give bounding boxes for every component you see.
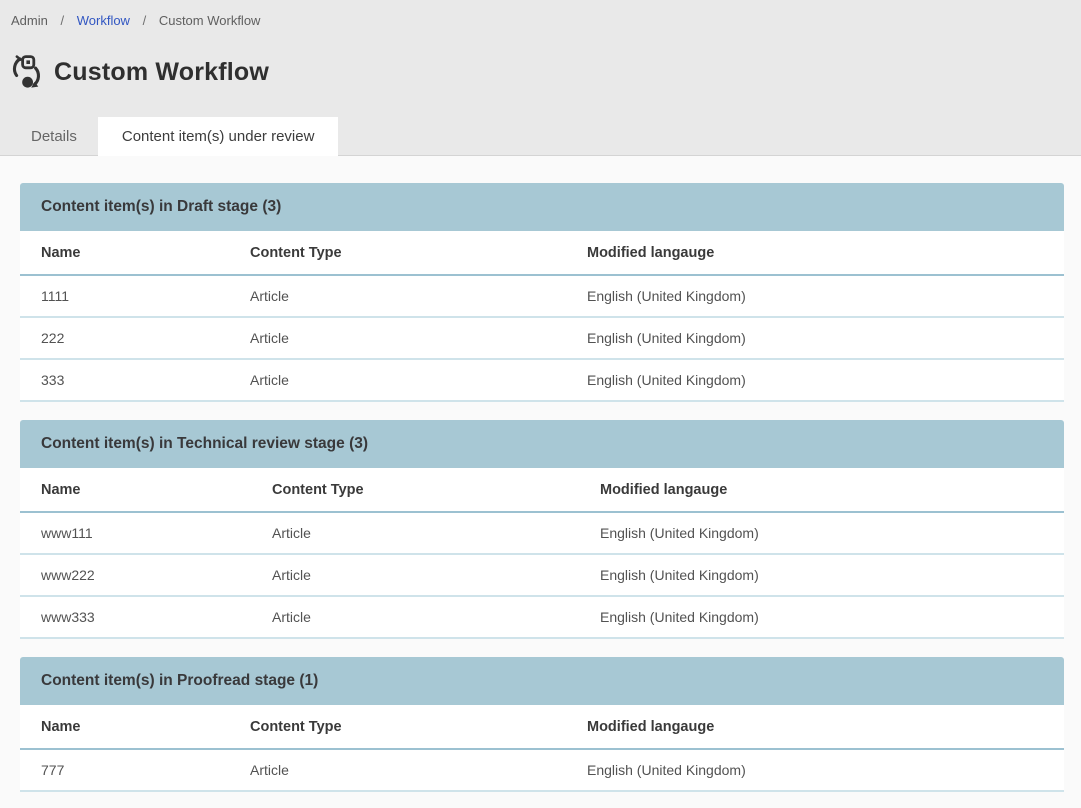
table-row: www333ArticleEnglish (United Kingdom) bbox=[20, 596, 1064, 638]
cell-name: 777 bbox=[20, 749, 229, 791]
table-row: 333ArticleEnglish (United Kingdom) bbox=[20, 359, 1064, 401]
cell-modified-language: English (United Kingdom) bbox=[566, 749, 1064, 791]
breadcrumb-item-workflow[interactable]: Workflow bbox=[77, 13, 130, 28]
section-title: Content item(s) in Draft stage (3) bbox=[20, 183, 1064, 231]
table-row: 1111ArticleEnglish (United Kingdom) bbox=[20, 275, 1064, 317]
cell-content-type: Article bbox=[251, 512, 579, 554]
column-header: Content Type bbox=[229, 231, 566, 275]
table-row: 777ArticleEnglish (United Kingdom) bbox=[20, 749, 1064, 791]
page-header: Custom Workflow bbox=[10, 55, 1081, 89]
cell-content-type: Article bbox=[251, 596, 579, 638]
cell-name: www222 bbox=[20, 554, 251, 596]
table-header-row: NameContent TypeModified langauge bbox=[20, 231, 1064, 275]
tab-details[interactable]: Details bbox=[10, 117, 98, 156]
breadcrumb-item-current: Custom Workflow bbox=[159, 13, 261, 28]
workflow-icon bbox=[10, 55, 42, 89]
column-header: Content Type bbox=[251, 468, 579, 512]
breadcrumb: Admin / Workflow / Custom Workflow bbox=[0, 0, 1081, 28]
column-header: Name bbox=[20, 468, 251, 512]
stage-section: Content item(s) in Technical review stag… bbox=[20, 420, 1064, 639]
top-bar: Admin / Workflow / Custom Workflow Custo… bbox=[0, 0, 1081, 156]
cell-content-type: Article bbox=[229, 275, 566, 317]
cell-name: www111 bbox=[20, 512, 251, 554]
cell-modified-language: English (United Kingdom) bbox=[579, 554, 1064, 596]
column-header: Name bbox=[20, 705, 229, 749]
cell-name: www333 bbox=[20, 596, 251, 638]
cell-content-type: Article bbox=[251, 554, 579, 596]
table-row: www222ArticleEnglish (United Kingdom) bbox=[20, 554, 1064, 596]
cell-modified-language: English (United Kingdom) bbox=[579, 596, 1064, 638]
page-title: Custom Workflow bbox=[54, 58, 269, 87]
column-header: Modified langauge bbox=[566, 231, 1064, 275]
tab-bar: Details Content item(s) under review bbox=[10, 117, 338, 156]
breadcrumb-separator: / bbox=[143, 13, 147, 28]
section-title: Content item(s) in Technical review stag… bbox=[20, 420, 1064, 468]
table-header-row: NameContent TypeModified langauge bbox=[20, 705, 1064, 749]
cell-content-type: Article bbox=[229, 749, 566, 791]
column-header: Modified langauge bbox=[566, 705, 1064, 749]
content-items-table: NameContent TypeModified langauge1111Art… bbox=[20, 231, 1064, 402]
content-items-table: NameContent TypeModified langauge777Arti… bbox=[20, 705, 1064, 792]
content-area: Content item(s) in Draft stage (3)NameCo… bbox=[0, 156, 1081, 792]
cell-name: 1111 bbox=[20, 275, 229, 317]
column-header: Modified langauge bbox=[579, 468, 1064, 512]
breadcrumb-separator: / bbox=[60, 13, 64, 28]
cell-modified-language: English (United Kingdom) bbox=[566, 275, 1064, 317]
cell-name: 333 bbox=[20, 359, 229, 401]
stage-section: Content item(s) in Draft stage (3)NameCo… bbox=[20, 183, 1064, 402]
stage-section: Content item(s) in Proofread stage (1)Na… bbox=[20, 657, 1064, 792]
cell-name: 222 bbox=[20, 317, 229, 359]
breadcrumb-item-admin[interactable]: Admin bbox=[11, 13, 48, 28]
cell-modified-language: English (United Kingdom) bbox=[566, 359, 1064, 401]
cell-content-type: Article bbox=[229, 317, 566, 359]
table-header-row: NameContent TypeModified langauge bbox=[20, 468, 1064, 512]
tab-content-items-under-review[interactable]: Content item(s) under review bbox=[98, 117, 339, 156]
table-row: www111ArticleEnglish (United Kingdom) bbox=[20, 512, 1064, 554]
cell-modified-language: English (United Kingdom) bbox=[566, 317, 1064, 359]
cell-modified-language: English (United Kingdom) bbox=[579, 512, 1064, 554]
column-header: Name bbox=[20, 231, 229, 275]
section-title: Content item(s) in Proofread stage (1) bbox=[20, 657, 1064, 705]
table-row: 222ArticleEnglish (United Kingdom) bbox=[20, 317, 1064, 359]
content-items-table: NameContent TypeModified langaugewww111A… bbox=[20, 468, 1064, 639]
column-header: Content Type bbox=[229, 705, 566, 749]
cell-content-type: Article bbox=[229, 359, 566, 401]
